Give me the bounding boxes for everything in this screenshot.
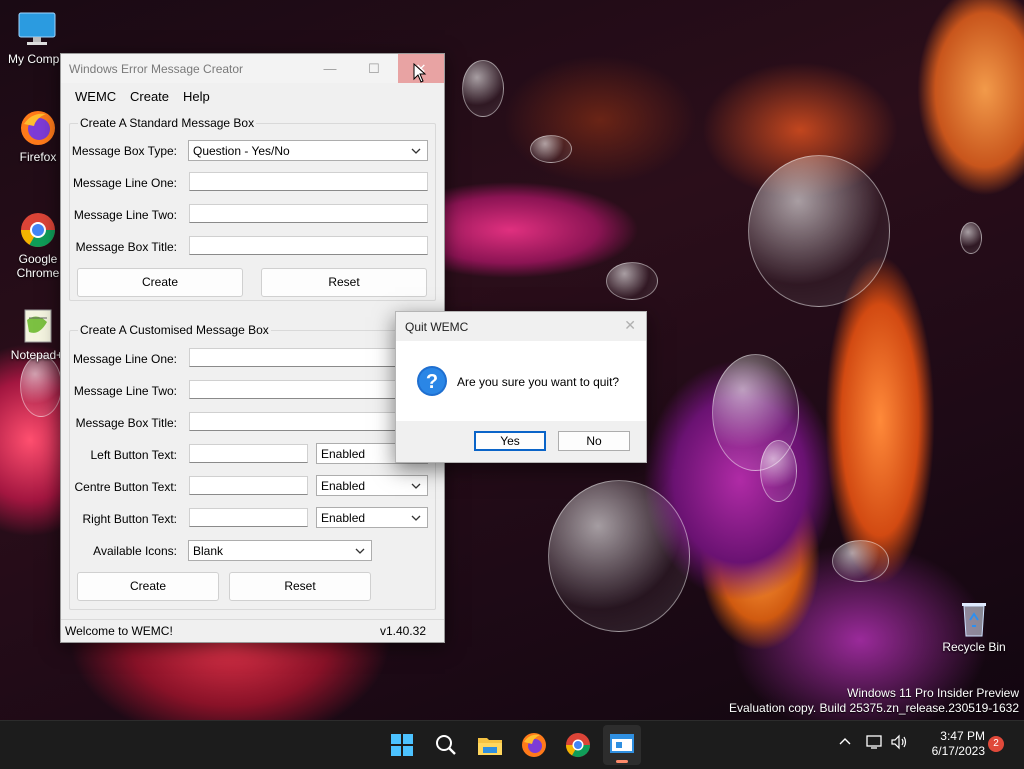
- right-button-text-label: Right Button Text:: [82, 512, 178, 526]
- desktop-icon-recycle-bin[interactable]: Recycle Bin: [937, 598, 1011, 654]
- version-text: v1.40.32: [379, 624, 426, 638]
- wemc-app-icon: [610, 734, 634, 753]
- cust-line-one-label: Message Line One:: [72, 352, 177, 366]
- message-box-type-label: Message Box Type:: [71, 144, 177, 158]
- custom-group-label: Create A Customised Message Box: [78, 323, 271, 337]
- cust-line-two-label: Message Line Two:: [73, 384, 177, 398]
- start-button[interactable]: [386, 729, 418, 761]
- watermark-line-2: Evaluation copy. Build 25375.zn_release.…: [729, 701, 1019, 715]
- available-icons-label: Available Icons:: [93, 544, 177, 558]
- std-line-one-label: Message Line One:: [72, 176, 177, 190]
- mouse-cursor-icon: [413, 63, 427, 83]
- taskbar: 3:47 PM 6/17/2023 2: [0, 720, 1024, 769]
- left-button-text-label: Left Button Text:: [90, 448, 177, 462]
- right-button-state-value: Enabled: [321, 511, 366, 525]
- centre-button-state-select[interactable]: Enabled: [316, 475, 428, 496]
- speaker-icon: [891, 734, 907, 750]
- dialog-no-button[interactable]: No: [558, 431, 630, 451]
- show-hidden-icons-button[interactable]: [838, 735, 852, 752]
- right-button-state-select[interactable]: Enabled: [316, 507, 428, 528]
- std-line-two-input[interactable]: [189, 204, 428, 223]
- message-box-type-value: Question - Yes/No: [193, 144, 290, 158]
- cust-title-label: Message Box Title:: [75, 416, 177, 430]
- quit-dialog: Quit WEMC ✕ ? Are you sure you want to q…: [395, 311, 647, 463]
- chevron-up-icon: [839, 738, 851, 745]
- centre-button-text-input[interactable]: [189, 476, 308, 495]
- minimize-button[interactable]: —: [308, 54, 352, 83]
- menu-create[interactable]: Create: [130, 89, 169, 104]
- question-icon: ?: [417, 366, 447, 396]
- std-create-button[interactable]: Create: [77, 268, 243, 297]
- search-button[interactable]: [430, 729, 462, 761]
- available-icons-select[interactable]: Blank: [188, 540, 372, 561]
- firefox-icon: [522, 733, 546, 757]
- menu-wemc[interactable]: WEMC: [75, 89, 116, 104]
- cust-create-button[interactable]: Create: [77, 572, 219, 601]
- std-line-two-label: Message Line Two:: [73, 208, 177, 222]
- std-title-input[interactable]: [189, 236, 428, 255]
- centre-button-state-value: Enabled: [321, 479, 366, 493]
- dialog-message: Are you sure you want to quit?: [457, 375, 620, 389]
- message-box-type-select[interactable]: Question - Yes/No: [188, 140, 428, 161]
- notepad-plus-icon: [17, 306, 57, 346]
- clock-time: 3:47 PM: [940, 729, 985, 743]
- monitor-icon: [17, 10, 57, 50]
- close-icon: ✕: [624, 317, 636, 333]
- volume-control[interactable]: [890, 734, 908, 753]
- window-title: Windows Error Message Creator: [69, 62, 244, 76]
- chevron-down-icon: [355, 548, 365, 554]
- clock-date: 6/17/2023: [931, 744, 985, 758]
- chevron-down-icon: [411, 148, 421, 154]
- left-button-text-input[interactable]: [189, 444, 308, 463]
- status-text: Welcome to WEMC!: [65, 624, 173, 638]
- menu-bar: WEMC Create Help: [61, 83, 444, 108]
- cust-reset-button[interactable]: Reset: [229, 572, 371, 601]
- desktop-icon-label: Google Chrome: [16, 252, 60, 280]
- standard-group-label: Create A Standard Message Box: [78, 116, 257, 130]
- custom-message-box-group: Create A Customised Message Box: [69, 323, 436, 610]
- svg-text:?: ?: [426, 371, 438, 393]
- dialog-body: ? Are you sure you want to quit?: [396, 341, 646, 421]
- watermark-line-1: Windows 11 Pro Insider Preview: [847, 686, 1019, 700]
- right-button-text-input[interactable]: [189, 508, 308, 527]
- file-explorer-button[interactable]: [474, 729, 506, 761]
- status-bar: Welcome to WEMC! v1.40.32: [61, 619, 444, 642]
- wemc-taskbar-button[interactable]: [603, 725, 641, 765]
- clock[interactable]: 3:47 PM 6/17/2023: [921, 729, 985, 759]
- notification-count: 2: [993, 738, 999, 749]
- network-icon: [866, 735, 882, 749]
- std-line-one-input[interactable]: [189, 172, 428, 191]
- cust-line-one-input[interactable]: [189, 348, 428, 367]
- firefox-icon: [18, 108, 58, 148]
- available-icons-value: Blank: [193, 544, 224, 558]
- desktop-icon-label: Recycle Bin: [942, 640, 1006, 654]
- menu-help[interactable]: Help: [183, 89, 210, 104]
- search-icon: [436, 735, 456, 755]
- network-status[interactable]: [866, 734, 884, 753]
- file-explorer-icon: [478, 738, 502, 755]
- maximize-button[interactable]: ☐: [352, 54, 396, 83]
- chrome-taskbar-button[interactable]: [562, 729, 594, 761]
- dialog-yes-button[interactable]: Yes: [474, 431, 546, 451]
- chrome-icon: [566, 733, 590, 758]
- start-icon: [391, 734, 413, 756]
- dialog-close-button[interactable]: ✕: [624, 317, 636, 334]
- chevron-down-icon: [411, 515, 421, 521]
- std-reset-button[interactable]: Reset: [261, 268, 427, 297]
- recycle-bin-icon: [954, 598, 994, 638]
- notification-badge[interactable]: 2: [988, 736, 1004, 752]
- chevron-down-icon: [411, 483, 421, 489]
- std-title-label: Message Box Title:: [75, 240, 177, 254]
- cust-title-input[interactable]: [189, 412, 428, 431]
- active-app-indicator: [616, 760, 628, 763]
- cust-line-two-input[interactable]: [189, 380, 428, 399]
- os-watermark: Windows 11 Pro Insider Preview Evaluatio…: [729, 686, 1019, 716]
- dialog-title: Quit WEMC: [405, 320, 469, 334]
- left-button-state-value: Enabled: [321, 447, 366, 461]
- firefox-taskbar-button[interactable]: [518, 729, 550, 761]
- chrome-icon: [18, 210, 58, 250]
- title-bar[interactable]: Windows Error Message Creator — ☐ ✕: [61, 54, 444, 83]
- centre-button-text-label: Centre Button Text:: [74, 480, 177, 494]
- wemc-window: Windows Error Message Creator — ☐ ✕ WEMC…: [60, 53, 445, 643]
